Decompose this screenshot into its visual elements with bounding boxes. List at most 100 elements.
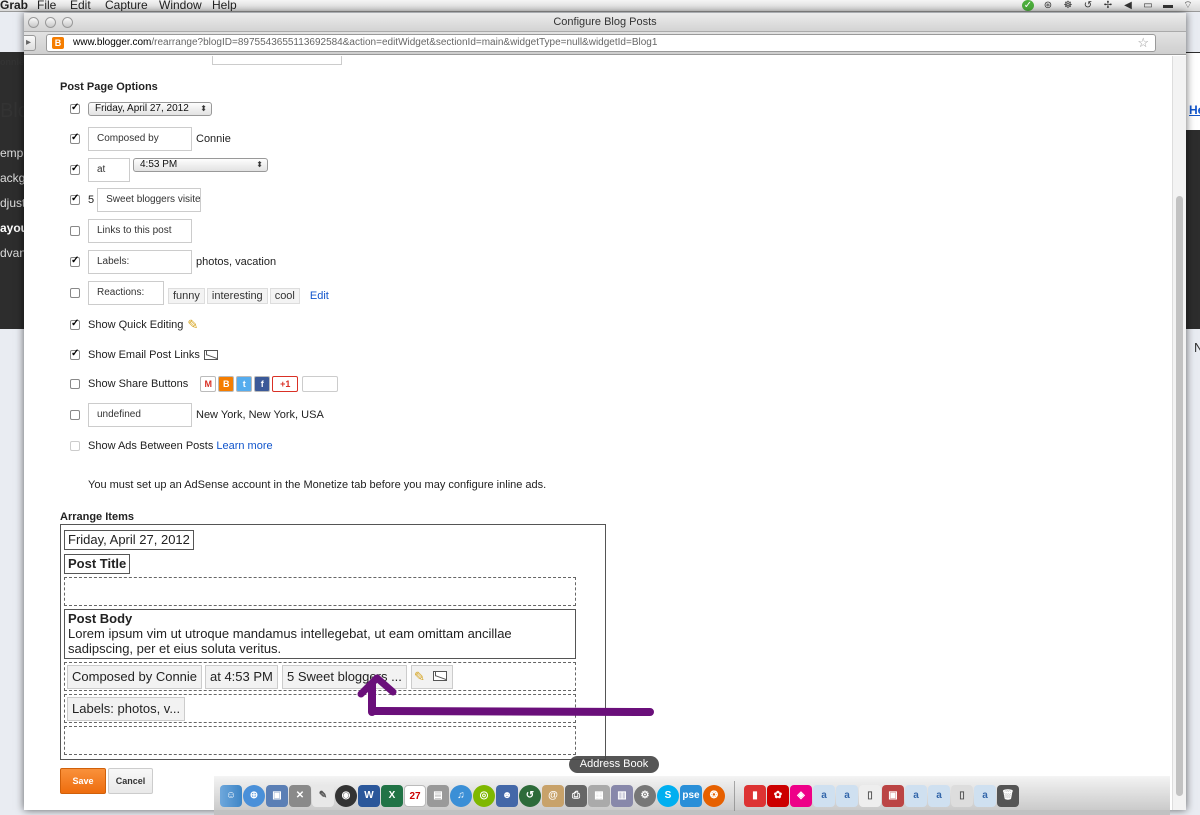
page-scrollbar[interactable] bbox=[1172, 56, 1186, 810]
date-format-select[interactable]: Friday, April 27, 2012 bbox=[88, 102, 212, 116]
dvd-player-icon[interactable]: ◉ bbox=[335, 785, 357, 807]
back-button[interactable]: ▸ bbox=[24, 35, 36, 51]
document-stack-icon[interactable]: a bbox=[905, 785, 927, 807]
document-stack-icon[interactable]: ▮ bbox=[744, 785, 766, 807]
author-label-input[interactable]: Composed by bbox=[88, 127, 192, 151]
macos-menubar: Grab File Edit Capture Window Help ✓ ⊛ ☸… bbox=[0, 0, 1200, 12]
excel-icon[interactable]: X bbox=[381, 785, 403, 807]
menubar-item-help[interactable]: Help bbox=[212, 0, 237, 11]
time-machine-icon[interactable]: ↺ bbox=[519, 785, 541, 807]
arrange-items-box: Friday, April 27, 2012 Post Title Post B… bbox=[60, 524, 606, 760]
url-field[interactable]: B www.blogger.com/rearrange?blogID=89755… bbox=[46, 34, 1156, 52]
finder-icon[interactable]: ☺ bbox=[220, 785, 242, 807]
arrange-post-footer-line-3[interactable] bbox=[64, 726, 576, 755]
quick-editing-checkbox[interactable] bbox=[70, 318, 80, 330]
textedit-icon[interactable]: ✎ bbox=[312, 785, 334, 807]
image-capture-icon[interactable]: ▦ bbox=[588, 785, 610, 807]
volume-icon[interactable]: ◀ bbox=[1122, 0, 1134, 11]
arrange-date-item[interactable]: Friday, April 27, 2012 bbox=[64, 530, 194, 550]
arrange-post-title-item[interactable]: Post Title bbox=[64, 554, 131, 574]
labels-checkbox[interactable] bbox=[70, 255, 80, 267]
calendar-icon[interactable]: 27 bbox=[404, 785, 426, 807]
arrange-author-chip[interactable]: Composed by Connie bbox=[67, 665, 203, 689]
photoshop-elements-icon[interactable]: pse bbox=[680, 785, 702, 807]
minimize-window-button[interactable] bbox=[45, 17, 56, 28]
date-checkbox[interactable] bbox=[70, 102, 80, 114]
author-checkbox[interactable] bbox=[70, 132, 80, 144]
preview-icon[interactable]: ▣ bbox=[266, 785, 288, 807]
safari-icon[interactable]: ⊕ bbox=[243, 785, 265, 807]
skype-icon[interactable]: S bbox=[657, 785, 679, 807]
printer-icon[interactable]: ⎙ bbox=[565, 785, 587, 807]
evernote-icon[interactable]: ✓ bbox=[1022, 0, 1034, 11]
wifi-icon[interactable]: ⌔ bbox=[1182, 0, 1194, 11]
dock-separator bbox=[734, 781, 735, 811]
battery-icon[interactable]: ▬ bbox=[1162, 0, 1174, 11]
menubar-item-file[interactable]: File bbox=[37, 0, 56, 11]
reactions-checkbox[interactable] bbox=[70, 288, 80, 298]
arrange-post-body-item[interactable]: Post Body Lorem ipsum vim ut utroque man… bbox=[64, 609, 576, 659]
document-stack-icon[interactable]: ▯ bbox=[859, 785, 881, 807]
preview2-icon[interactable]: ▥ bbox=[611, 785, 633, 807]
location-label-input[interactable]: undefined bbox=[88, 403, 192, 427]
document-stack-icon[interactable]: ▣ bbox=[882, 785, 904, 807]
menubar-app-name[interactable]: Grab bbox=[0, 0, 28, 11]
address-book-icon[interactable]: @ bbox=[542, 785, 564, 807]
reactions-edit-link[interactable]: Edit bbox=[310, 290, 329, 302]
document-stack-icon[interactable]: a bbox=[813, 785, 835, 807]
xcode-icon[interactable]: ✕ bbox=[289, 785, 311, 807]
menubar-item-edit[interactable]: Edit bbox=[70, 0, 91, 11]
pencil-icon: ✎ bbox=[414, 669, 425, 684]
display-icon[interactable]: ▭ bbox=[1142, 0, 1154, 11]
document-stack-icon[interactable]: a bbox=[928, 785, 950, 807]
document-stack-icon[interactable]: a bbox=[836, 785, 858, 807]
share-buttons-checkbox[interactable] bbox=[70, 379, 80, 389]
backlinks-checkbox[interactable] bbox=[70, 226, 80, 236]
document-stack-icon[interactable]: ▯ bbox=[951, 785, 973, 807]
labels-values: photos, vacation bbox=[196, 256, 277, 268]
labels-option-row: Labels: photos, vacation bbox=[70, 250, 276, 274]
cancel-button[interactable]: Cancel bbox=[108, 768, 153, 794]
scrollbar-thumb[interactable] bbox=[1176, 196, 1183, 796]
save-button[interactable]: Save bbox=[60, 768, 106, 794]
menubar-item-window[interactable]: Window bbox=[159, 0, 202, 11]
growl-icon[interactable]: ☸ bbox=[1062, 0, 1074, 11]
arrange-comments-chip[interactable]: 5 Sweet bloggers ... bbox=[282, 665, 407, 689]
arrange-drop-zone[interactable] bbox=[64, 577, 576, 606]
time-machine-icon[interactable]: ↺ bbox=[1082, 0, 1094, 11]
email-icon bbox=[203, 350, 218, 360]
time-label-input[interactable]: at bbox=[88, 158, 130, 182]
system-preferences-icon[interactable]: ⚙ bbox=[634, 785, 656, 807]
zoom-window-button[interactable] bbox=[62, 17, 73, 28]
document-stack-icon[interactable]: a bbox=[974, 785, 996, 807]
sync-icon[interactable]: ⊛ bbox=[1042, 0, 1054, 11]
reactions-label-input[interactable]: Reactions: bbox=[88, 281, 164, 305]
ads-learn-more-link[interactable]: Learn more bbox=[216, 440, 272, 452]
menubar-item-capture[interactable]: Capture bbox=[105, 0, 148, 11]
email-links-checkbox[interactable] bbox=[70, 348, 80, 360]
arrange-time-chip[interactable]: at 4:53 PM bbox=[205, 665, 278, 689]
comments-label-input[interactable]: Sweet bloggers visite bbox=[97, 188, 202, 212]
bookmark-star-icon[interactable]: ☆ bbox=[1137, 35, 1149, 51]
time-checkbox[interactable] bbox=[70, 163, 80, 175]
camino-icon[interactable]: ◎ bbox=[473, 785, 495, 807]
trash-icon[interactable]: 🗑 bbox=[997, 785, 1019, 807]
gmail-icon: M bbox=[200, 376, 217, 392]
document-stack-icon[interactable]: ◈ bbox=[790, 785, 812, 807]
word-icon[interactable]: W bbox=[358, 785, 380, 807]
arrange-icons-chip[interactable]: ✎ bbox=[411, 665, 453, 689]
close-window-button[interactable] bbox=[28, 17, 39, 28]
location-checkbox[interactable] bbox=[70, 410, 80, 420]
scanner-icon[interactable]: ▤ bbox=[427, 785, 449, 807]
document-stack-icon[interactable]: ✿ bbox=[767, 785, 789, 807]
labels-label-input[interactable]: Labels: bbox=[88, 250, 192, 274]
backlinks-label-input[interactable]: Links to this post bbox=[88, 219, 192, 243]
firefox-icon[interactable]: ❂ bbox=[703, 785, 725, 807]
itunes-icon[interactable]: ♫ bbox=[450, 785, 472, 807]
arrange-labels-chip[interactable]: Labels: photos, v... bbox=[67, 697, 186, 721]
arrange-items-heading: Arrange Items bbox=[60, 511, 134, 523]
bluetooth-icon[interactable]: ✢ bbox=[1102, 0, 1114, 11]
photo-booth-icon[interactable]: ☻ bbox=[496, 785, 518, 807]
time-format-select[interactable]: 4:53 PM bbox=[133, 158, 268, 172]
comments-checkbox[interactable] bbox=[70, 193, 80, 205]
